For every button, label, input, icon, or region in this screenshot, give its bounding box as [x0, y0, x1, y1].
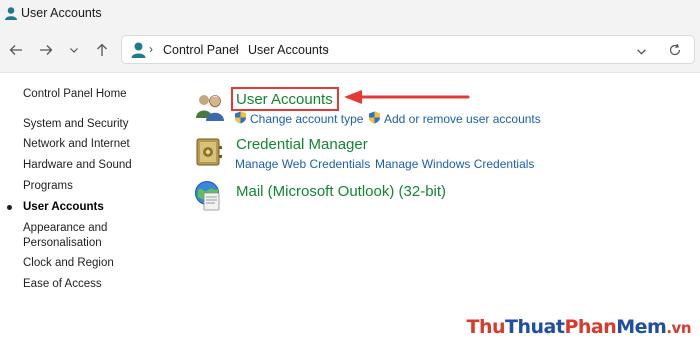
breadcrumb-separator: › — [325, 42, 329, 56]
users-icon[interactable] — [194, 92, 226, 122]
forward-button[interactable] — [36, 40, 56, 60]
user-accounts-location-icon — [131, 42, 146, 58]
annotation-highlight-box — [231, 87, 339, 111]
recent-locations-button[interactable] — [64, 40, 84, 60]
sidebar-item-ease-of-access[interactable]: Ease of Access — [23, 277, 102, 292]
sidebar-item-control-panel-home[interactable]: Control Panel Home — [23, 87, 127, 102]
sidebar-item-network-internet[interactable]: Network and Internet — [23, 137, 130, 152]
active-indicator — [7, 205, 12, 210]
user-accounts-app-icon — [5, 7, 17, 20]
link-manage-windows-credentials[interactable]: Manage Windows Credentials — [375, 157, 534, 171]
arrow-left-icon — [9, 45, 22, 55]
sidebar-item-personalisation[interactable]: Personalisation — [23, 236, 102, 251]
address-dropdown-icon[interactable] — [636, 46, 647, 57]
uac-shield-icon — [235, 111, 246, 124]
up-button[interactable] — [92, 40, 112, 60]
mail-icon[interactable] — [194, 180, 224, 212]
sidebar-item-user-accounts[interactable]: User Accounts — [23, 200, 104, 215]
arrow-right-icon — [40, 45, 53, 55]
breadcrumb-separator: › — [149, 42, 153, 56]
breadcrumb-separator: › — [235, 42, 239, 56]
breadcrumb-user-accounts[interactable]: User Accounts — [248, 43, 329, 57]
uac-shield-icon — [369, 111, 380, 124]
watermark-logo: ThuThuatPhanMem.vn — [466, 316, 692, 338]
sidebar-item-hardware-sound[interactable]: Hardware and Sound — [23, 158, 132, 173]
sidebar-item-programs[interactable]: Programs — [23, 179, 73, 194]
link-change-account-type[interactable]: Change account type — [250, 112, 363, 126]
vault-icon[interactable] — [195, 137, 223, 167]
link-add-remove-user-accounts[interactable]: Add or remove user accounts — [384, 112, 541, 126]
navigation-bar: › Control Panel › User Accounts › — [0, 28, 700, 73]
sidebar-item-appearance[interactable]: Appearance and — [23, 221, 107, 236]
refresh-icon[interactable] — [668, 43, 682, 57]
window-title: User Accounts — [21, 6, 102, 20]
back-button[interactable] — [6, 40, 26, 60]
sidebar-item-clock-region[interactable]: Clock and Region — [23, 256, 114, 271]
chevron-down-icon — [70, 48, 78, 53]
category-mail[interactable]: Mail (Microsoft Outlook) (32-bit) — [236, 183, 446, 200]
link-manage-web-credentials[interactable]: Manage Web Credentials — [235, 157, 370, 171]
category-credential-manager[interactable]: Credential Manager — [236, 136, 368, 153]
annotation-arrow-icon — [344, 90, 470, 104]
title-bar: User Accounts — [0, 0, 700, 28]
arrow-up-icon — [97, 43, 107, 56]
address-bar[interactable]: › Control Panel › User Accounts › — [121, 35, 695, 64]
sidebar-item-system-security[interactable]: System and Security — [23, 117, 128, 132]
breadcrumb-control-panel[interactable]: Control Panel — [163, 43, 239, 57]
